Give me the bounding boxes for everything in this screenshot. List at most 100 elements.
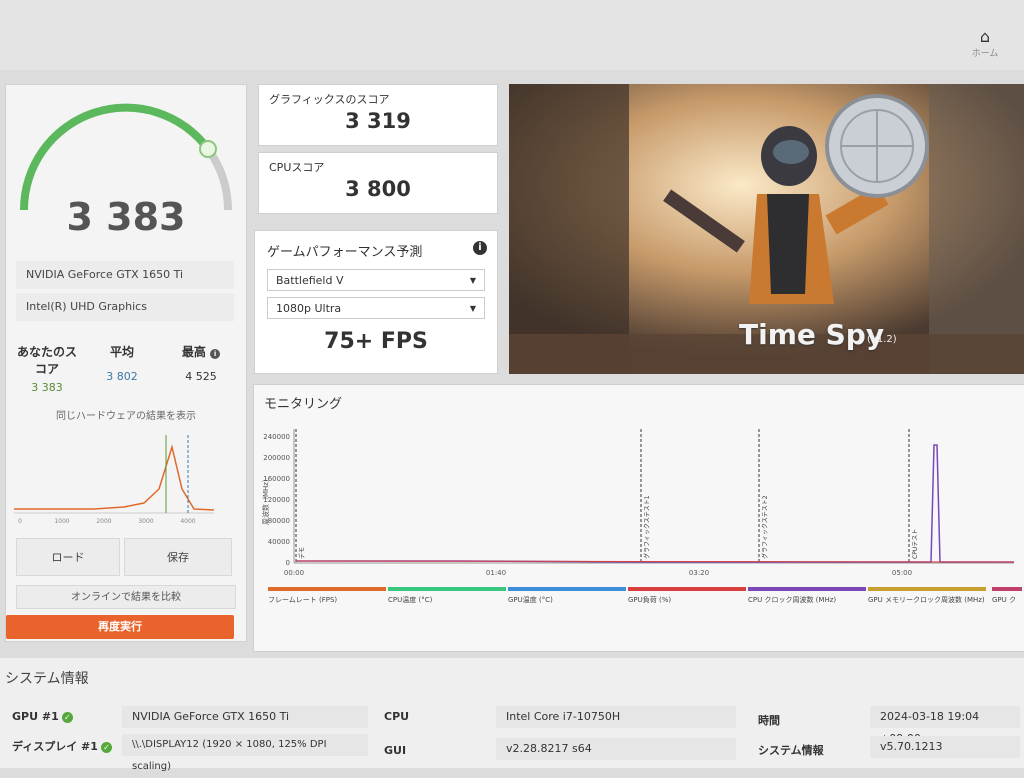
preset-select[interactable]: 1080p Ultra ▼ bbox=[267, 297, 485, 319]
game-select[interactable]: Battlefield V ▼ bbox=[267, 269, 485, 291]
gauge-marker bbox=[199, 140, 217, 158]
gpu-value: NVIDIA GeForce GTX 1650 Ti bbox=[122, 706, 368, 728]
score-stats: あなたのスコア 3 383 平均 3 802 最高 i 4 525 bbox=[6, 343, 246, 394]
time-value: 2024-03-18 19:04 +09:00 bbox=[870, 706, 1020, 745]
test-markers bbox=[295, 429, 910, 563]
legend-swatch bbox=[628, 587, 746, 591]
legend-label: GPU負荷 (%) bbox=[628, 596, 672, 604]
stat-average: 平均 3 802 bbox=[92, 343, 152, 383]
stat-best: 最高 i 4 525 bbox=[166, 343, 236, 383]
legend-swatch bbox=[508, 587, 626, 591]
cpu-score-label: CPUスコア bbox=[269, 161, 325, 174]
legend-label: GPU ク bbox=[992, 596, 1016, 604]
marker-label: デモ bbox=[298, 547, 306, 559]
graphics-score-label: グラフィックスのスコア bbox=[269, 93, 390, 106]
legend-swatch bbox=[268, 587, 386, 591]
home-label: ホーム bbox=[971, 49, 999, 59]
hist-tick: 2000 bbox=[96, 518, 111, 525]
legend-gpu-clock[interactable]: GPU ク bbox=[992, 587, 1022, 605]
game-performance-card: ゲームパフォーマンス予測 i Battlefield V ▼ 1080p Ult… bbox=[254, 230, 498, 374]
hardware-igpu: Intel(R) UHD Graphics bbox=[16, 293, 234, 321]
preset-select-value: 1080p Ultra bbox=[276, 302, 342, 315]
y-tick: 40000 bbox=[268, 538, 290, 546]
info-icon[interactable]: i bbox=[210, 349, 221, 359]
stat-your-score: あなたのスコア 3 383 bbox=[12, 343, 82, 394]
chevron-down-icon: ▼ bbox=[469, 276, 476, 285]
monitoring-panel: モニタリング 周波数（MHz） 0 40000 80000 120000 160… bbox=[253, 384, 1024, 652]
legend-swatch bbox=[992, 587, 1022, 591]
x-tick: 01:40 bbox=[486, 569, 506, 577]
monitoring-chart: 周波数（MHz） 0 40000 80000 120000 160000 200… bbox=[261, 429, 1015, 577]
histogram-curve bbox=[14, 444, 215, 511]
sysinfo-version-label: システム情報 bbox=[758, 744, 824, 757]
x-tick: 00:00 bbox=[284, 569, 304, 577]
cpu-value: Intel Core i7-10750H bbox=[496, 706, 736, 728]
top-bar: ⌂ ホーム bbox=[0, 0, 1024, 70]
marker-label: グラフィックステスト1 bbox=[643, 495, 651, 559]
compare-online-button[interactable]: オンラインで結果を比較 bbox=[16, 585, 236, 609]
legend-label: CPU クロック周波数 (MHz) bbox=[748, 596, 837, 604]
save-button[interactable]: 保存 bbox=[124, 538, 232, 576]
system-info-title: システム情報 bbox=[5, 671, 89, 687]
x-tick: 03:20 bbox=[689, 569, 709, 577]
hist-tick: 3000 bbox=[138, 518, 153, 525]
x-tick: 05:00 bbox=[892, 569, 912, 577]
home-button[interactable]: ⌂ ホーム bbox=[955, 28, 1015, 64]
stat-label: 最高 bbox=[181, 345, 206, 359]
hist-tick: 1000 bbox=[54, 518, 69, 525]
benchmark-version: (v1.2) bbox=[867, 334, 897, 345]
load-button[interactable]: ロード bbox=[16, 538, 120, 576]
y-tick: 240000 bbox=[263, 433, 290, 441]
display-value: \\.\DISPLAY12 (1920 × 1080, 125% DPI sca… bbox=[122, 734, 368, 772]
cpu-clock-series bbox=[296, 444, 1014, 563]
time-label: 時間 bbox=[758, 714, 780, 727]
y-tick: 160000 bbox=[263, 475, 290, 483]
gpu-load-series bbox=[295, 560, 1015, 563]
gui-value: v2.28.8217 s64 bbox=[496, 738, 736, 760]
benchmark-hero-image: Time Spy (v1.2) bbox=[509, 84, 1024, 374]
histogram-title: 同じハードウェアの結果を表示 bbox=[56, 411, 196, 422]
stat-value: 4 525 bbox=[185, 370, 217, 383]
score-histogram: 0 1000 2000 3000 4000 bbox=[14, 435, 215, 525]
chevron-down-icon: ▼ bbox=[469, 304, 476, 313]
hardware-gpu: NVIDIA GeForce GTX 1650 Ti bbox=[16, 261, 234, 289]
legend-swatch bbox=[388, 587, 506, 591]
marker-label: CPUテスト bbox=[912, 529, 919, 559]
y-tick: 120000 bbox=[263, 496, 290, 504]
stat-value: 3 383 bbox=[31, 381, 63, 394]
stat-label: 平均 bbox=[109, 345, 134, 359]
fps-estimate: 75+ FPS bbox=[324, 329, 428, 354]
legend-label: GPU温度 (°C) bbox=[508, 596, 553, 604]
legend-swatch bbox=[868, 587, 986, 591]
legend-gpu-mem-clock[interactable]: GPU メモリークロック周波数 (MHz) bbox=[868, 587, 986, 605]
marker-label: グラフィックステスト2 bbox=[761, 495, 769, 559]
hist-tick: 4000 bbox=[180, 518, 195, 525]
legend-fps[interactable]: フレームレート (FPS) bbox=[268, 587, 386, 605]
y-tick: 0 bbox=[286, 559, 290, 567]
cpu-score-card: CPUスコア 3 800 bbox=[258, 152, 498, 214]
info-icon[interactable]: i bbox=[473, 241, 487, 255]
legend-cpu-clock[interactable]: CPU クロック周波数 (MHz) bbox=[748, 587, 866, 605]
graphics-score-card: グラフィックスのスコア 3 319 bbox=[258, 84, 498, 146]
check-icon: ✓ bbox=[61, 711, 73, 723]
display-label: ディスプレイ #1 ✓ bbox=[12, 738, 112, 754]
monitoring-title: モニタリング bbox=[264, 397, 343, 412]
legend-swatch bbox=[748, 587, 866, 591]
score-panel: 3 383 NVIDIA GeForce GTX 1650 Ti Intel(R… bbox=[5, 84, 247, 642]
y-tick: 80000 bbox=[268, 517, 290, 525]
run-again-button[interactable]: 再度実行 bbox=[6, 615, 234, 639]
game-select-value: Battlefield V bbox=[276, 274, 344, 287]
cpu-score-value: 3 800 bbox=[345, 177, 411, 201]
y-ticks: 0 40000 80000 120000 160000 200000 24000… bbox=[263, 433, 290, 567]
y-tick: 200000 bbox=[263, 454, 290, 462]
home-icon: ⌂ bbox=[979, 27, 991, 46]
overall-score: 3 383 bbox=[66, 195, 186, 239]
stat-label: あなたのスコア bbox=[16, 345, 77, 376]
legend-gpu-load[interactable]: GPU負荷 (%) bbox=[628, 587, 746, 605]
x-ticks: 00:00 01:40 03:20 05:00 bbox=[284, 569, 912, 577]
legend-gpu-temp[interactable]: GPU温度 (°C) bbox=[508, 587, 626, 605]
system-info-section: システム情報 GPU #1 ✓ NVIDIA GeForce GTX 1650 T… bbox=[0, 658, 1024, 772]
legend-cpu-temp[interactable]: CPU温度 (°C) bbox=[388, 587, 506, 605]
sysinfo-version-value: v5.70.1213 bbox=[870, 736, 1020, 758]
cpu-label: CPU bbox=[384, 710, 410, 723]
